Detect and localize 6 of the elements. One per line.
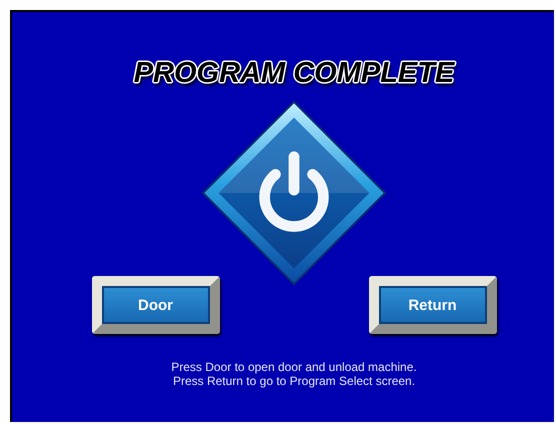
action-button[interactable]: Return xyxy=(368,276,496,334)
action-button[interactable]: Door xyxy=(92,276,220,334)
power-icon xyxy=(201,100,387,286)
instruction-text: Press Door to open door and unload machine. xyxy=(171,360,417,374)
screen-title: PROGRAM COMPLETE xyxy=(134,57,454,90)
instruction-text: Press Return to go to Program Select screen. xyxy=(172,374,416,388)
